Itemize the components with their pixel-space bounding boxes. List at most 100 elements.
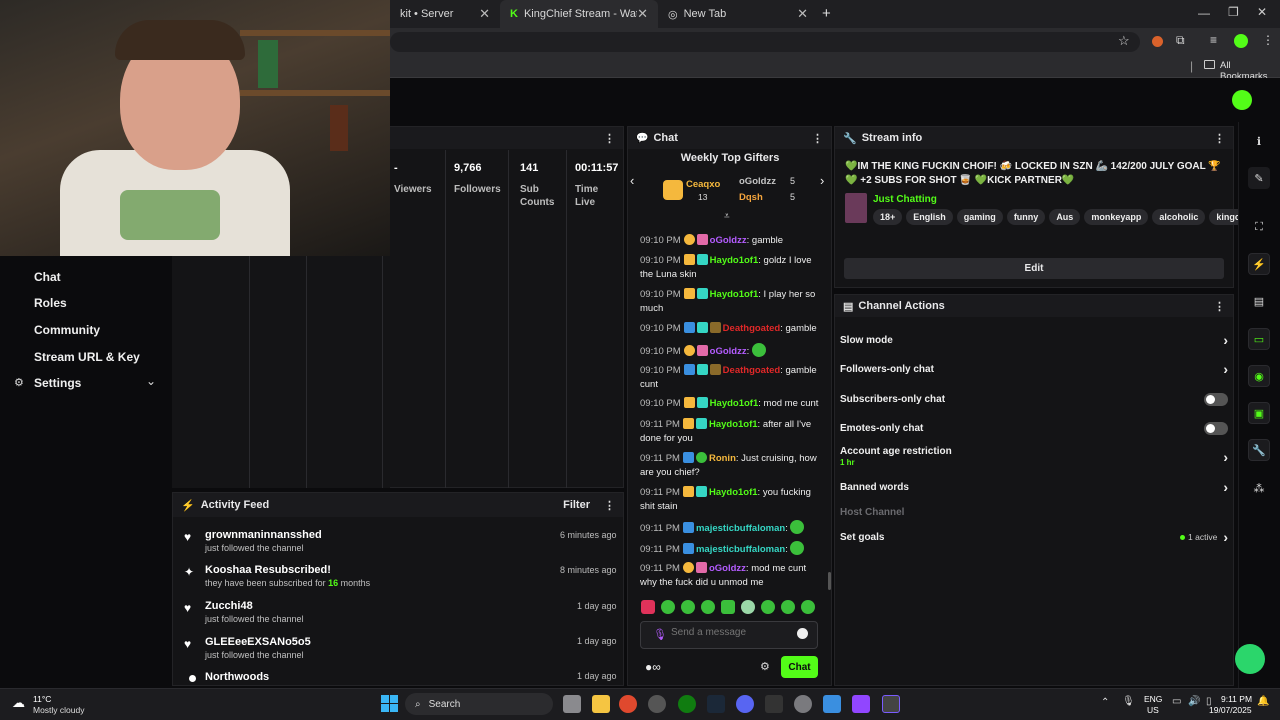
- lightning-icon[interactable]: ⚡: [1248, 253, 1270, 275]
- chevron-left-icon[interactable]: ‹: [630, 173, 634, 188]
- subscribers-only-toggle[interactable]: [1204, 392, 1228, 406]
- emote-icon[interactable]: [761, 600, 775, 614]
- tag[interactable]: alcoholic: [1152, 209, 1206, 225]
- chat-username[interactable]: Haydo1of1: [710, 289, 759, 300]
- discord-icon[interactable]: [736, 695, 754, 713]
- activity-name[interactable]: grownmaninnansshed: [205, 529, 322, 541]
- tag[interactable]: 18+: [873, 209, 903, 225]
- kebab-menu-icon[interactable]: ⋮: [1214, 300, 1225, 313]
- expand-icon[interactable]: ⛶: [1248, 216, 1270, 238]
- emote-icon[interactable]: [641, 600, 655, 614]
- emoji-picker-icon[interactable]: [797, 628, 808, 639]
- tag[interactable]: Aus: [1049, 209, 1081, 225]
- user-avatar[interactable]: [1232, 90, 1252, 110]
- window-close-icon[interactable]: ✕: [1257, 5, 1267, 19]
- kebab-menu-icon[interactable]: ⋮: [604, 132, 615, 145]
- message-input[interactable]: [671, 627, 791, 638]
- sidebar-item-roles[interactable]: Roles: [34, 296, 67, 310]
- tag[interactable]: English: [906, 209, 953, 225]
- support-button[interactable]: [1235, 644, 1265, 674]
- category-link[interactable]: Just Chatting: [873, 194, 937, 205]
- chat-scrollbar[interactable]: [828, 572, 831, 590]
- activity-name[interactable]: GLEEeeEXSANo5o5: [205, 636, 311, 648]
- activity-name[interactable]: Zucchi48: [205, 600, 253, 612]
- clock-date[interactable]: 19/07/2025: [1209, 705, 1252, 715]
- profile-avatar[interactable]: [1234, 34, 1248, 48]
- account-age-row[interactable]: Account age restriction 1 hr ›: [840, 446, 1228, 472]
- followers-only-row[interactable]: Followers-only chat ›: [840, 359, 1228, 379]
- restore-icon[interactable]: ❐: [1228, 5, 1239, 19]
- media-icon[interactable]: ≡: [1210, 33, 1217, 47]
- send-chat-button[interactable]: Chat: [781, 656, 818, 678]
- microphone-icon[interactable]: 🎙: [1122, 696, 1135, 707]
- url-field[interactable]: [390, 32, 1140, 52]
- emote-icon[interactable]: [741, 600, 755, 614]
- steam-icon[interactable]: [707, 695, 725, 713]
- kebab-menu-icon[interactable]: ⋮: [1262, 33, 1274, 47]
- collapse-icon[interactable]: ⩡: [724, 211, 730, 222]
- chat-username[interactable]: majesticbuffaloman: [696, 523, 785, 534]
- kebab-menu-icon[interactable]: ⋮: [812, 132, 823, 145]
- gifter-name[interactable]: oGoldzz: [739, 176, 776, 187]
- emote-icon[interactable]: [801, 600, 815, 614]
- banned-words-row[interactable]: Banned words ›: [840, 477, 1228, 497]
- kebab-menu-icon[interactable]: ⋮: [604, 499, 615, 512]
- weather-desc[interactable]: Mostly cloudy: [33, 705, 85, 715]
- puzzle-icon[interactable]: ⧉: [1176, 33, 1185, 48]
- taskbar-search[interactable]: ⌕ Search: [405, 693, 553, 715]
- extension-icon[interactable]: [1152, 36, 1163, 47]
- chat-icon[interactable]: ▭: [1248, 328, 1270, 350]
- chat-username[interactable]: majesticbuffaloman: [696, 544, 785, 555]
- emote-icon[interactable]: [781, 600, 795, 614]
- microphone-icon[interactable]: 🎙: [653, 628, 667, 641]
- gifter-name[interactable]: Ceaqxo: [686, 179, 720, 190]
- task-view-icon[interactable]: [563, 695, 581, 713]
- emote-icon[interactable]: [681, 600, 695, 614]
- chat-username[interactable]: Haydo1of1: [709, 419, 758, 430]
- chevron-up-icon[interactable]: ⌃: [1101, 697, 1109, 708]
- emotes-only-toggle[interactable]: [1204, 421, 1228, 435]
- layers-icon[interactable]: ▣: [1248, 402, 1270, 424]
- epic-games-icon[interactable]: [765, 695, 783, 713]
- chat-username[interactable]: Haydo1of1: [710, 255, 759, 266]
- emote-icon[interactable]: [701, 600, 715, 614]
- info-icon[interactable]: ℹ: [1248, 130, 1270, 152]
- network-icon[interactable]: ▭: [1172, 696, 1181, 707]
- tag[interactable]: gaming: [956, 209, 1003, 225]
- chat-username[interactable]: Haydo1of1: [710, 398, 759, 409]
- chevron-down-icon[interactable]: ⌄: [146, 374, 156, 388]
- gifter-name[interactable]: Dqsh: [739, 192, 763, 203]
- chrome-icon[interactable]: [619, 695, 637, 713]
- kebab-menu-icon[interactable]: ⋮: [1214, 132, 1225, 145]
- chat-username[interactable]: Haydo1of1: [709, 487, 758, 498]
- xbox-icon[interactable]: [678, 695, 696, 713]
- windows-start-icon[interactable]: [381, 695, 399, 713]
- set-goals-row[interactable]: Set goals 1 active ›: [840, 527, 1228, 547]
- activity-name[interactable]: Kooshaa Resubscribed!: [205, 564, 331, 576]
- edit-button[interactable]: Edit: [844, 258, 1224, 279]
- tag[interactable]: monkeyapp: [1084, 209, 1149, 225]
- notification-icon[interactable]: 🔔: [1257, 696, 1269, 707]
- chevron-right-icon[interactable]: ›: [820, 173, 824, 188]
- store-icon[interactable]: [823, 695, 841, 713]
- language-label[interactable]: ENG: [1144, 694, 1162, 704]
- minimize-icon[interactable]: —: [1198, 6, 1210, 20]
- filter-button[interactable]: Filter: [563, 499, 590, 511]
- wrench-icon[interactable]: 🔧: [1248, 439, 1270, 461]
- gear-icon[interactable]: ⚙: [760, 660, 770, 673]
- volume-icon[interactable]: 🔊: [1188, 696, 1200, 707]
- infinity-icon[interactable]: ●∞: [645, 660, 661, 674]
- chat-username[interactable]: Deathgoated: [723, 365, 781, 376]
- weather-temp[interactable]: 11°C: [33, 694, 51, 704]
- chat-username[interactable]: Ronin: [709, 453, 736, 464]
- file-explorer-icon[interactable]: [592, 695, 610, 713]
- star-icon[interactable]: ☆: [1118, 33, 1130, 49]
- chat-username[interactable]: oGoldzz: [709, 563, 746, 574]
- activity-name[interactable]: Northwoods: [205, 671, 269, 683]
- browser-tab-new[interactable]: ◎ New Tab ✕: [658, 0, 818, 28]
- settings-icon[interactable]: [794, 695, 812, 713]
- slow-mode-row[interactable]: Slow mode ›: [840, 330, 1228, 350]
- sidebar-item-settings[interactable]: Settings: [34, 376, 81, 390]
- sidebar-item-stream-url[interactable]: Stream URL & Key: [34, 350, 140, 364]
- clipboard-icon[interactable]: ▤: [1248, 290, 1270, 312]
